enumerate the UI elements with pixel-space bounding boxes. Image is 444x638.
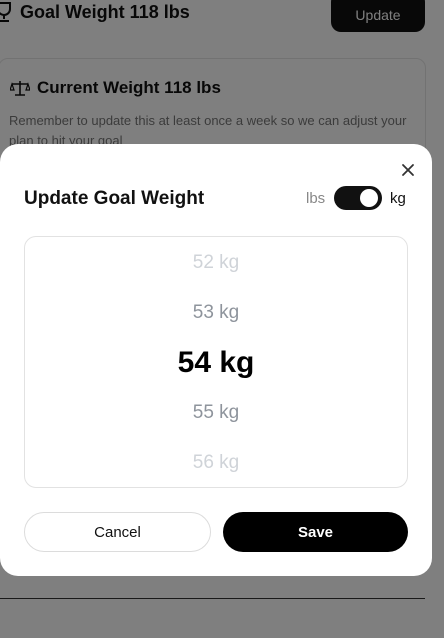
picker-item[interactable]: 52 kg xyxy=(25,252,407,274)
unit-label-kg[interactable]: kg xyxy=(390,190,406,207)
picker-item[interactable]: 55 kg xyxy=(25,402,407,424)
picker-item-selected[interactable]: 54 kg xyxy=(25,346,407,380)
save-button[interactable]: Save xyxy=(223,512,408,552)
unit-label-lbs[interactable]: lbs xyxy=(306,190,325,207)
update-goal-weight-dialog: Update Goal Weight lbs kg 52 kg 53 kg 54… xyxy=(0,144,432,576)
picker-item[interactable]: 56 kg xyxy=(25,452,407,474)
unit-toggle-switch[interactable] xyxy=(334,186,382,210)
toggle-knob xyxy=(360,189,378,207)
close-icon[interactable] xyxy=(398,160,418,180)
cancel-button[interactable]: Cancel xyxy=(24,512,211,552)
weight-picker[interactable]: 52 kg 53 kg 54 kg 55 kg 56 kg xyxy=(24,236,408,488)
picker-item[interactable]: 53 kg xyxy=(25,302,407,324)
dialog-title: Update Goal Weight xyxy=(24,188,205,209)
